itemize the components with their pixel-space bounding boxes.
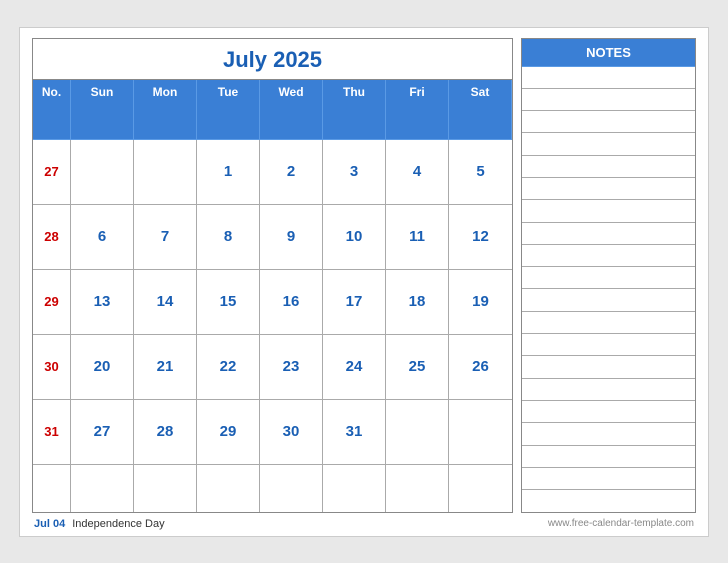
day-cell-w1d2: 8 [197,205,260,270]
notes-line-4 [522,156,695,178]
week-num-5 [33,465,71,512]
calendar-section: July 2025 No. Sun Mon Tue Wed Thu Fri Sa… [32,38,513,513]
notes-line-14 [522,379,695,401]
day-cell-w5d0 [71,465,134,512]
day-cell-w3d6: 26 [449,335,512,400]
day-cell-w2d4: 17 [323,270,386,335]
notes-line-7 [522,223,695,245]
day-cell-w2d6: 19 [449,270,512,335]
col-header-no: No. [33,80,71,140]
notes-line-8 [522,245,695,267]
week-num-0: 27 [33,140,71,205]
page: July 2025 No. Sun Mon Tue Wed Thu Fri Sa… [19,27,709,537]
notes-line-12 [522,334,695,356]
day-cell-w4d1: 28 [134,400,197,465]
col-header-wed: Wed [260,80,323,140]
day-cell-w4d6 [449,400,512,465]
day-cell-w5d3 [260,465,323,512]
col-header-sun: Sun [71,80,134,140]
notes-line-6 [522,200,695,222]
footer-url: www.free-calendar-template.com [548,518,694,529]
day-cell-w4d4: 31 [323,400,386,465]
day-cell-w0d2: 1 [197,140,260,205]
notes-line-2 [522,111,695,133]
day-cell-w2d0: 13 [71,270,134,335]
day-cell-w5d4 [323,465,386,512]
col-header-sat: Sat [449,80,512,140]
col-header-thu: Thu [323,80,386,140]
day-cell-w4d3: 30 [260,400,323,465]
day-cell-w3d0: 20 [71,335,134,400]
day-cell-w1d5: 11 [386,205,449,270]
notes-line-18 [522,468,695,490]
notes-line-19 [522,490,695,511]
day-cell-w2d5: 18 [386,270,449,335]
day-cell-w5d6 [449,465,512,512]
day-cell-w3d1: 21 [134,335,197,400]
notes-line-10 [522,289,695,311]
day-cell-w3d2: 22 [197,335,260,400]
notes-line-9 [522,267,695,289]
day-cell-w1d6: 12 [449,205,512,270]
week-num-1: 28 [33,205,71,270]
day-cell-w3d3: 23 [260,335,323,400]
col-header-mon: Mon [134,80,197,140]
notes-line-3 [522,133,695,155]
footer-holiday: Jul 04 Independence Day [34,518,165,530]
day-cell-w0d3: 2 [260,140,323,205]
day-cell-w1d3: 9 [260,205,323,270]
notes-header: NOTES [522,39,695,67]
holiday-date: Jul 04 [34,518,65,530]
day-cell-w5d1 [134,465,197,512]
notes-line-17 [522,446,695,468]
day-cell-w1d1: 7 [134,205,197,270]
col-header-fri: Fri [386,80,449,140]
notes-line-11 [522,312,695,334]
week-num-3: 30 [33,335,71,400]
day-cell-w5d5 [386,465,449,512]
week-num-4: 31 [33,400,71,465]
day-cell-w0d0 [71,140,134,205]
day-cell-w0d6: 5 [449,140,512,205]
day-cell-w3d4: 24 [323,335,386,400]
footer: Jul 04 Independence Day www.free-calenda… [32,513,696,530]
holiday-name: Independence Day [72,518,164,530]
notes-line-5 [522,178,695,200]
notes-line-15 [522,401,695,423]
notes-section: NOTES [521,38,696,513]
day-cell-w2d2: 15 [197,270,260,335]
day-cell-w1d0: 6 [71,205,134,270]
day-cell-w4d2: 29 [197,400,260,465]
main-row: July 2025 No. Sun Mon Tue Wed Thu Fri Sa… [32,38,696,513]
calendar-grid: No. Sun Mon Tue Wed Thu Fri Sat 27123452… [33,80,512,512]
calendar-title: July 2025 [33,39,512,80]
notes-line-16 [522,423,695,445]
day-cell-w0d4: 3 [323,140,386,205]
day-cell-w1d4: 10 [323,205,386,270]
notes-line-0 [522,67,695,89]
day-cell-w5d2 [197,465,260,512]
col-header-tue: Tue [197,80,260,140]
day-cell-w2d3: 16 [260,270,323,335]
notes-line-1 [522,89,695,111]
day-cell-w4d0: 27 [71,400,134,465]
day-cell-w3d5: 25 [386,335,449,400]
day-cell-w4d5 [386,400,449,465]
day-cell-w0d5: 4 [386,140,449,205]
notes-line-13 [522,356,695,378]
notes-lines [522,67,695,512]
day-cell-w0d1 [134,140,197,205]
day-cell-w2d1: 14 [134,270,197,335]
week-num-2: 29 [33,270,71,335]
